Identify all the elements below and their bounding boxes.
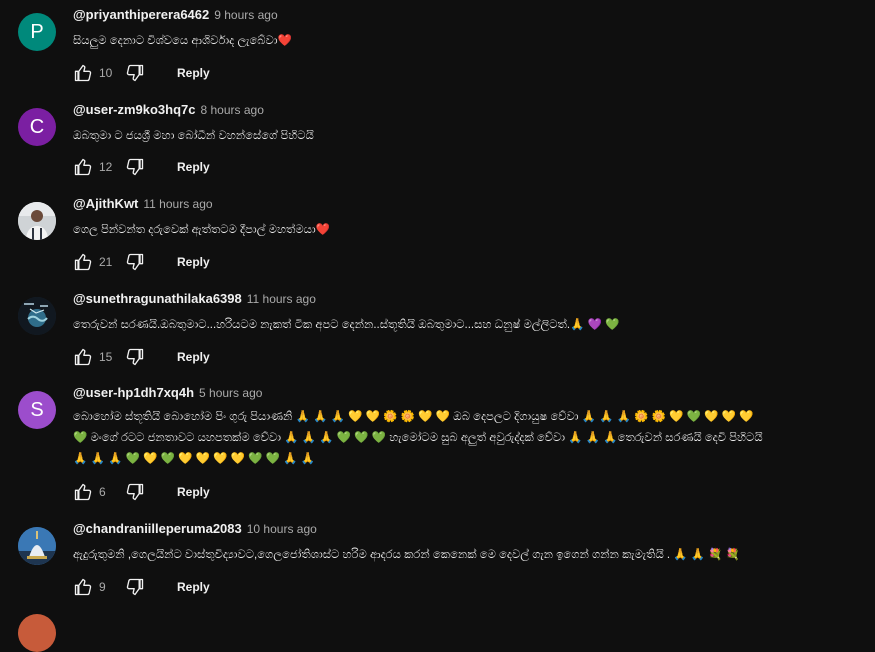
- thumbs-up-icon[interactable]: [71, 345, 95, 369]
- thumbs-down-icon[interactable]: [123, 250, 147, 274]
- comment-time[interactable]: 5 hours ago: [199, 386, 262, 400]
- comment-author[interactable]: @sunethragunathilaka6398: [73, 291, 242, 306]
- comment-author[interactable]: @user-hp1dh7xq4h: [73, 385, 194, 400]
- thumbs-down-icon[interactable]: [123, 480, 147, 504]
- avatar[interactable]: [18, 527, 56, 565]
- reply-button[interactable]: Reply: [169, 481, 218, 503]
- comment-text: බොහෝම ස්තූතියි බොහෝම පිං ගුරු පියාණනි 🙏 …: [73, 411, 763, 465]
- comment-text: ඇදුරුතුමනි ,ගෙලයින්ට වාස්තුවිද්‍යාවට,ගෙල…: [73, 549, 741, 561]
- comment-item: @sunethragunathilaka6398 11 hours ago තෙ…: [0, 291, 875, 377]
- like-count: 10: [99, 66, 113, 80]
- thumbs-down-icon[interactable]: [123, 155, 147, 179]
- comment-author[interactable]: @AjithKwt: [73, 196, 138, 211]
- comment-item: S @user-hp1dh7xq4h 5 hours ago බොහෝම ස්ත…: [0, 385, 875, 509]
- comment-text: ඔබතුමා ට ජයශ්‍රී මහා බෝධීන් වහන්සේගේ පිහ…: [73, 130, 314, 142]
- thumbs-up-icon[interactable]: [71, 575, 95, 599]
- thumbs-up-icon[interactable]: [71, 480, 95, 504]
- avatar-photo: [18, 297, 56, 335]
- comment-author[interactable]: @user-zm9ko3hq7c: [73, 102, 196, 117]
- comment-time[interactable]: 8 hours ago: [201, 103, 264, 117]
- comment-item: C @user-zm9ko3hq7c 8 hours ago ඔබතුමා ට …: [0, 102, 875, 188]
- comment-item: @AjithKwt 11 hours ago ගෙල පින්වන්ත දරුව…: [0, 196, 875, 282]
- comment-time[interactable]: 11 hours ago: [143, 197, 212, 211]
- comment-time[interactable]: 11 hours ago: [247, 292, 316, 306]
- avatar-photo: [18, 527, 56, 565]
- comment-item: @chandraniilleperuma2083 10 hours ago ඇද…: [0, 521, 875, 607]
- avatar-photo: [18, 202, 56, 240]
- comment-text: තෙරුවන් සරණයි.ඔබතුමාට...හරියටම නැකත් ටික…: [73, 319, 620, 331]
- comment-item: P @priyanthiperera6462 9 hours ago සියලු…: [0, 7, 875, 93]
- avatar[interactable]: [18, 202, 56, 240]
- avatar[interactable]: [18, 297, 56, 335]
- like-count: 9: [99, 580, 106, 594]
- comment-author[interactable]: @chandraniilleperuma2083: [73, 521, 242, 536]
- avatar[interactable]: S: [18, 391, 56, 429]
- thumbs-down-icon[interactable]: [123, 575, 147, 599]
- like-count: 15: [99, 350, 113, 364]
- thumbs-down-icon[interactable]: [123, 61, 147, 85]
- reply-button[interactable]: Reply: [169, 156, 218, 178]
- reply-button[interactable]: Reply: [169, 62, 218, 84]
- reply-button[interactable]: Reply: [169, 346, 218, 368]
- comment-time[interactable]: 10 hours ago: [247, 522, 317, 536]
- reply-button[interactable]: Reply: [169, 251, 218, 273]
- thumbs-down-icon[interactable]: [123, 345, 147, 369]
- like-count: 12: [99, 160, 113, 174]
- comment-author[interactable]: @priyanthiperera6462: [73, 7, 209, 22]
- like-count: 21: [99, 255, 113, 269]
- comment-time[interactable]: 9 hours ago: [214, 8, 277, 22]
- thumbs-up-icon[interactable]: [71, 155, 95, 179]
- comment-text: සියලුම දෙනාට විශ්වයෙ ආශිර්වාද ලැබේවා❤️: [73, 35, 292, 47]
- thumbs-up-icon[interactable]: [71, 250, 95, 274]
- like-count: 6: [99, 485, 106, 499]
- comment-text: ගෙල පින්වන්ත දරුවෙක් ඇත්තටම දීපාල් මහත්ම…: [73, 224, 330, 236]
- thumbs-up-icon[interactable]: [71, 61, 95, 85]
- reply-button[interactable]: Reply: [169, 576, 218, 598]
- avatar[interactable]: P: [18, 13, 56, 51]
- avatar[interactable]: C: [18, 108, 56, 146]
